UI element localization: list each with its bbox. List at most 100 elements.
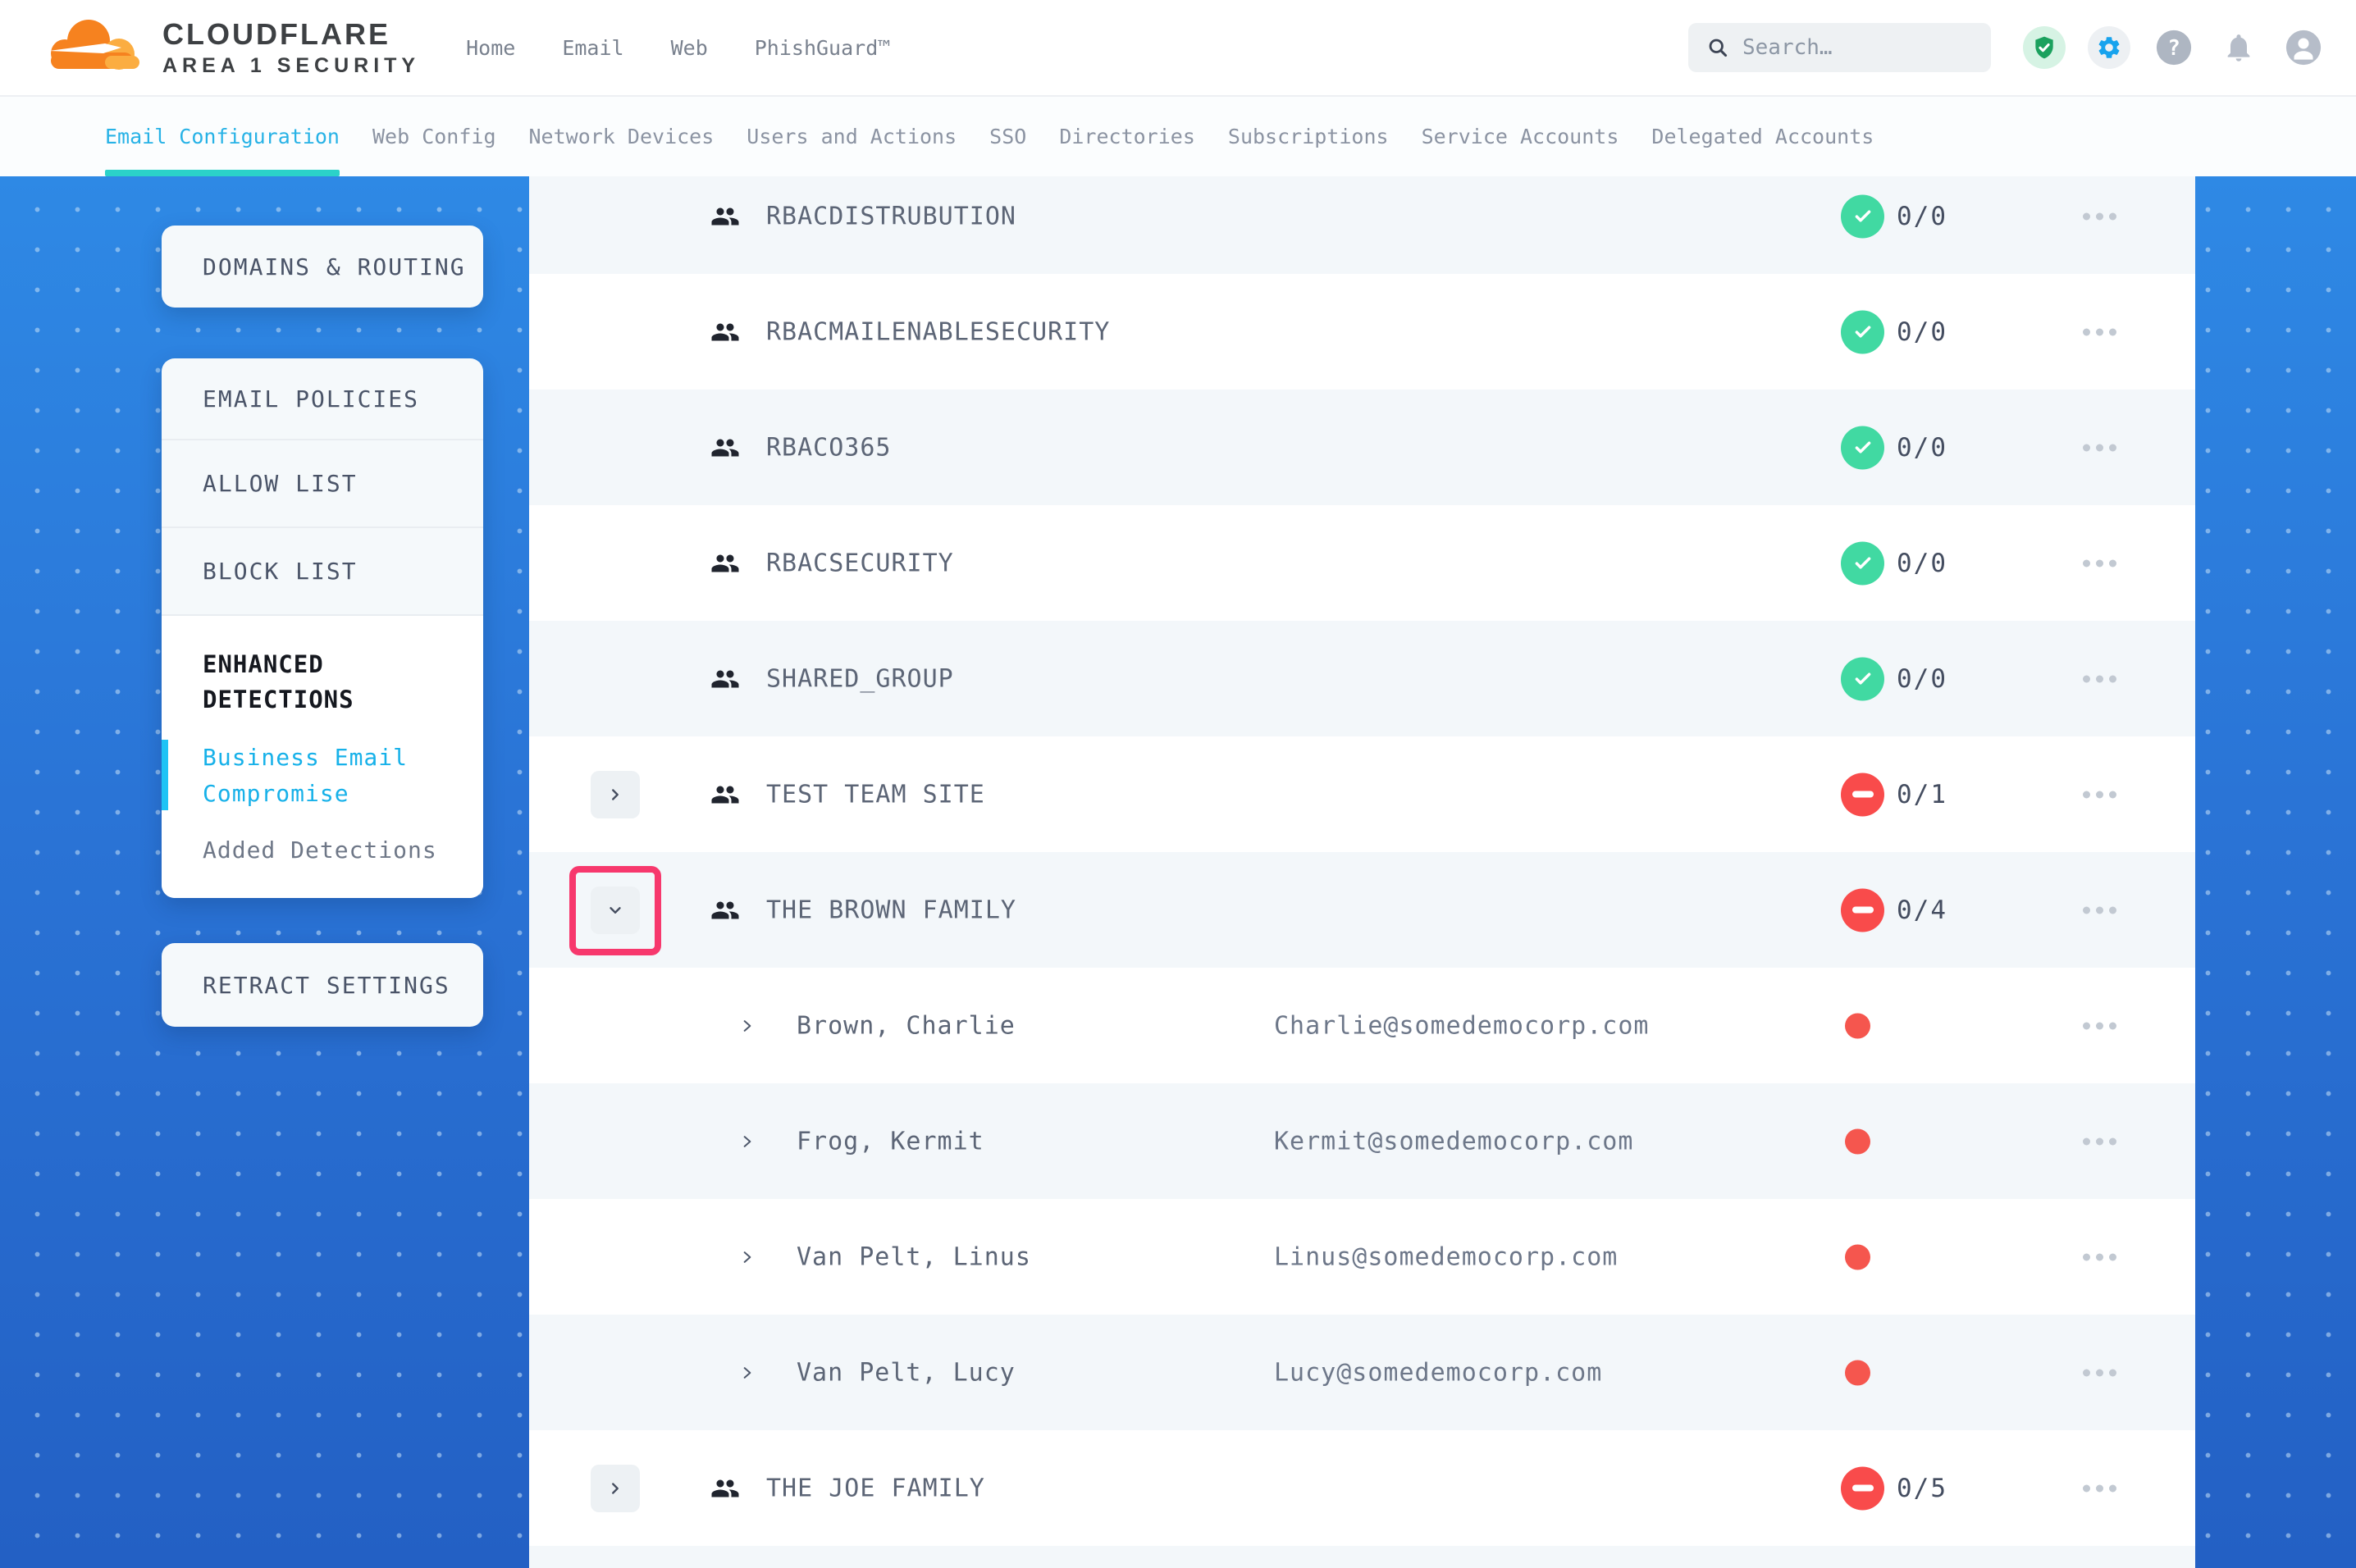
row-menu-button[interactable]: [2080, 898, 2120, 922]
search-box[interactable]: [1688, 23, 1991, 72]
sidebar-item-business-email-compromise[interactable]: Business Email Compromise: [162, 740, 441, 812]
member-email: Charlie@somedemocorp.com: [1274, 1011, 1649, 1040]
tab-directories[interactable]: Directories: [1059, 97, 1195, 176]
nav-web[interactable]: Web: [671, 36, 708, 60]
sidebar-item-block-list[interactable]: BLOCK LIST: [162, 528, 483, 616]
collapse-group-button[interactable]: [591, 887, 640, 934]
status-badge-enabled: [1841, 310, 1884, 353]
status-badge-blocked: [1841, 888, 1884, 932]
tab-network-devices[interactable]: Network Devices: [529, 97, 715, 176]
group-icon: [710, 549, 740, 578]
table-row: RBACDISTRUBUTION 0/0: [529, 176, 2195, 274]
secondary-nav: Email Configuration Web Config Network D…: [0, 97, 2356, 176]
status-dot-blocked: [1845, 1013, 1870, 1038]
table-row: SHARED_GROUP 0/0: [529, 621, 2195, 736]
row-menu-button[interactable]: [2080, 1129, 2120, 1153]
member-count: 0/0: [1897, 202, 1947, 231]
row-menu-button[interactable]: [2080, 1361, 2120, 1384]
chevron-right-icon: [739, 1249, 756, 1265]
table-row: Van Pelt, Linus Linus@somedemocorp.com: [529, 1199, 2195, 1315]
table-row: RBACSECURITY 0/0: [529, 505, 2195, 621]
tab-service-accounts[interactable]: Service Accounts: [1422, 97, 1619, 176]
row-menu-button[interactable]: [2080, 782, 2120, 806]
sidebar-item-allow-list[interactable]: ALLOW LIST: [162, 440, 483, 528]
groups-table: RBACDISTRUBUTION 0/0 RBACMAILENABLESECUR…: [529, 176, 2195, 1568]
help-button[interactable]: ?: [2153, 26, 2195, 69]
nav-phishguard[interactable]: PhishGuard™: [755, 36, 891, 60]
group-icon: [710, 780, 740, 809]
sidebar-item-retract-settings[interactable]: RETRACT SETTINGS: [162, 972, 450, 999]
member-email: Lucy@somedemocorp.com: [1274, 1358, 1602, 1387]
chevron-right-icon: [739, 1018, 756, 1034]
status-badge-enabled: [1841, 657, 1884, 700]
header-actions: ?: [1688, 23, 2356, 72]
expand-member-button[interactable]: [739, 1365, 756, 1381]
svg-text:?: ?: [2167, 36, 2180, 61]
nav-home[interactable]: Home: [466, 36, 515, 60]
member-email: Linus@somedemocorp.com: [1274, 1242, 1618, 1271]
notifications-bell-icon: [2222, 31, 2255, 64]
expand-member-button[interactable]: [739, 1249, 756, 1265]
sidebar-card-retract-settings[interactable]: RETRACT SETTINGS: [162, 943, 483, 1027]
notifications-button[interactable]: [2217, 26, 2260, 69]
group-name: SHARED_GROUP: [766, 664, 954, 693]
row-menu-button[interactable]: [2080, 1014, 2120, 1037]
sidebar-section-enhanced-detections: ENHANCED DETECTIONS Business Email Compr…: [162, 616, 483, 898]
expand-group-button[interactable]: [591, 771, 640, 818]
table-row: THE JOE FAMILY 0/5: [529, 1430, 2195, 1546]
group-icon: [710, 1474, 740, 1503]
search-icon: [1706, 36, 1729, 59]
expand-member-button[interactable]: [739, 1018, 756, 1034]
expand-group-button[interactable]: [591, 1465, 640, 1512]
sidebar-item-domains-routing[interactable]: DOMAINS & ROUTING: [162, 253, 466, 280]
top-header: CLOUDFLARE AREA 1 SECURITY Home Email We…: [0, 0, 2356, 97]
row-menu-button[interactable]: [2080, 551, 2120, 575]
tab-web-config[interactable]: Web Config: [372, 97, 496, 176]
status-badge-blocked: [1841, 1466, 1884, 1510]
nav-email[interactable]: Email: [562, 36, 623, 60]
row-menu-button[interactable]: [2080, 1476, 2120, 1500]
row-menu-button[interactable]: [2080, 435, 2120, 459]
row-menu-button[interactable]: [2080, 320, 2120, 344]
row-menu-button[interactable]: [2080, 667, 2120, 691]
settings-button[interactable]: [2088, 26, 2130, 69]
sidebar-item-email-policies[interactable]: EMAIL POLICIES: [162, 358, 483, 440]
member-count: 0/0: [1897, 317, 1947, 347]
security-shield-button[interactable]: [2023, 26, 2066, 69]
status-badge-blocked: [1841, 773, 1884, 816]
table-row: Van Pelt, Lucy Lucy@somedemocorp.com: [529, 1315, 2195, 1430]
table-row: RBACMAILENABLESECURITY 0/0: [529, 274, 2195, 390]
tab-delegated-accounts[interactable]: Delegated Accounts: [1651, 97, 1874, 176]
tab-sso[interactable]: SSO: [989, 97, 1026, 176]
expand-member-button[interactable]: [739, 1133, 756, 1150]
main-area: RBACDISTRUBUTION 0/0 RBACMAILENABLESECUR…: [0, 176, 2356, 1568]
status-dot-blocked: [1845, 1360, 1870, 1385]
member-count: 0/0: [1897, 549, 1947, 578]
tab-email-configuration[interactable]: Email Configuration: [105, 97, 340, 176]
sidebar-item-added-detections[interactable]: Added Detections: [162, 836, 483, 864]
sidebar-card-domains-routing[interactable]: DOMAINS & ROUTING: [162, 226, 483, 308]
account-button[interactable]: [2282, 26, 2325, 69]
row-menu-button[interactable]: [2080, 204, 2120, 228]
group-name: RBACMAILENABLESECURITY: [766, 317, 1110, 346]
tab-users-and-actions[interactable]: Users and Actions: [747, 97, 957, 176]
chevron-right-icon: [606, 786, 624, 804]
sidebar-card-email-policies: EMAIL POLICIES ALLOW LIST BLOCK LIST ENH…: [162, 358, 483, 898]
brand-subtitle: AREA 1 SECURITY: [162, 54, 420, 78]
member-name: Frog, Kermit: [797, 1127, 984, 1155]
search-input[interactable]: [1742, 35, 1973, 60]
group-icon: [710, 896, 740, 925]
status-dot-blocked: [1845, 1128, 1870, 1154]
chevron-right-icon: [739, 1133, 756, 1150]
status-badge-enabled: [1841, 541, 1884, 585]
table-row: RBACO365 0/0: [529, 390, 2195, 505]
sidebar-item-enhanced-detections[interactable]: ENHANCED DETECTIONS: [162, 647, 432, 718]
status-badge-enabled: [1841, 426, 1884, 469]
row-menu-button[interactable]: [2080, 1245, 2120, 1269]
table-row: THE BROWN FAMILY 0/4: [529, 852, 2195, 968]
member-name: Van Pelt, Lucy: [797, 1358, 1016, 1387]
tab-subscriptions[interactable]: Subscriptions: [1228, 97, 1389, 176]
member-count: 0/0: [1897, 433, 1947, 463]
table-row: Brown, Charlie Charlie@somedemocorp.com: [529, 968, 2195, 1083]
member-email: Kermit@somedemocorp.com: [1274, 1127, 1633, 1155]
